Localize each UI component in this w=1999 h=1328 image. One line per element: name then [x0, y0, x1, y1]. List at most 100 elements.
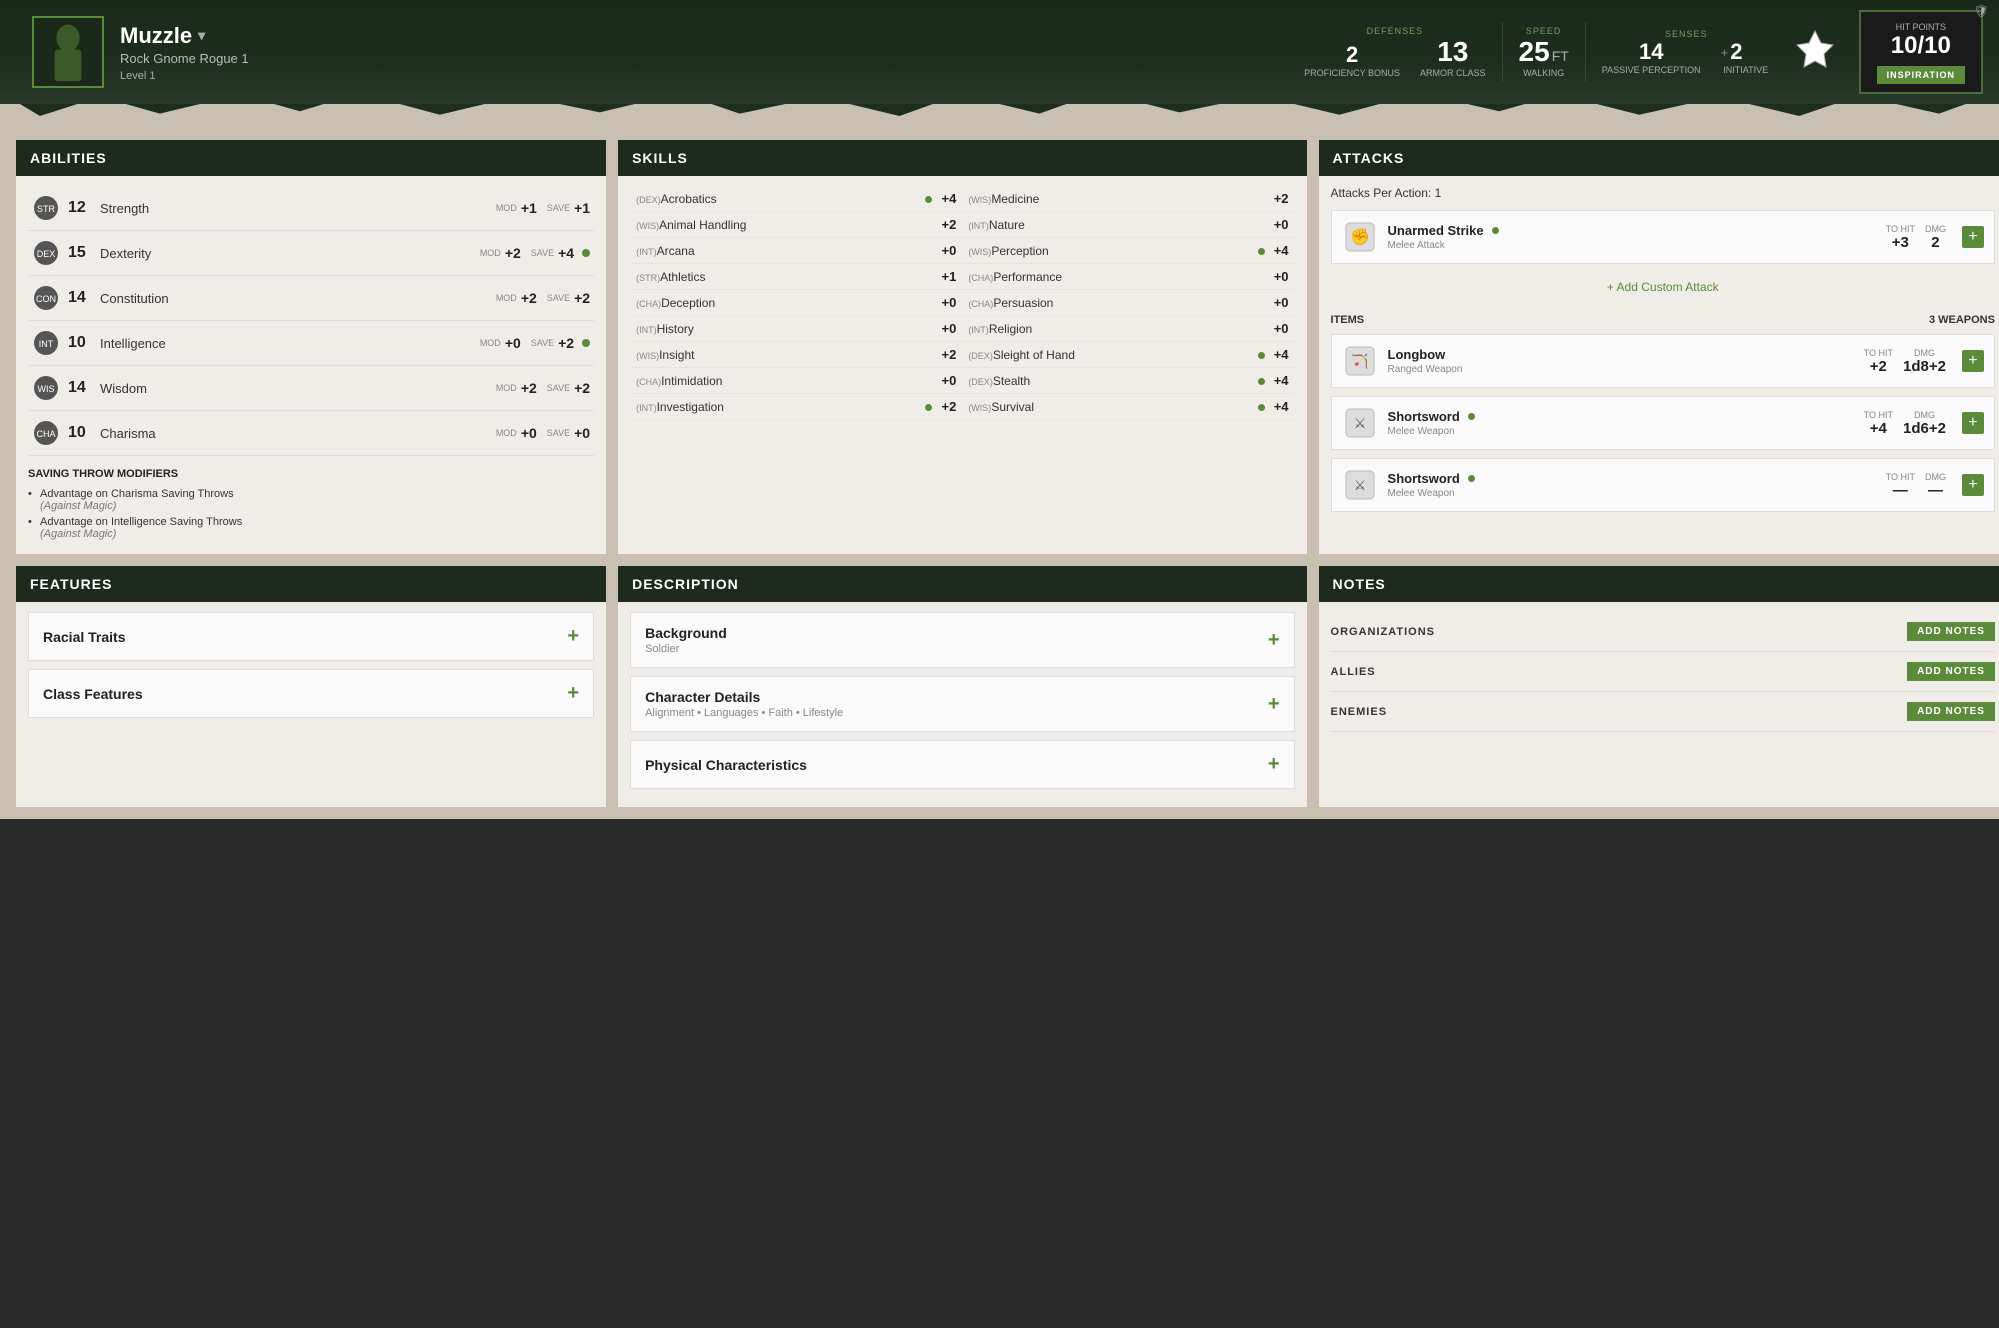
intelligence-name: Intelligence	[100, 336, 480, 351]
dexterity-mod-save: MOD +2 SAVE +4	[480, 245, 590, 261]
shortsword2-icon: ⚔	[1342, 467, 1378, 503]
skill-dot	[925, 196, 932, 203]
char-info: Muzzle ▾ Rock Gnome Rogue 1 Level 1	[120, 23, 249, 82]
shortsword2-stats: TO HIT — DMG — +	[1886, 472, 1984, 499]
class-features-add[interactable]: +	[567, 682, 579, 705]
description-card: DESCRIPTION Background Soldier + Charact…	[618, 566, 1306, 807]
proficiency-bonus-value: 2	[1304, 44, 1400, 66]
skills-card: SKILLS (DEX) Acrobatics +4 (WIS) Animal …	[618, 140, 1306, 554]
constitution-mod: +2	[521, 290, 537, 306]
wisdom-save: +2	[574, 380, 590, 396]
attacks-per-action: Attacks Per Action: 1	[1331, 186, 1995, 200]
constitution-score[interactable]: 14	[68, 289, 96, 307]
shortsword2-add-button[interactable]: +	[1962, 474, 1984, 496]
svg-text:🏹: 🏹	[1351, 353, 1368, 370]
initiative-icon	[1795, 29, 1835, 76]
svg-text:⚔: ⚔	[1353, 477, 1366, 493]
unarmed-strike-name: Unarmed Strike	[1388, 223, 1886, 238]
intelligence-score[interactable]: 10	[68, 334, 96, 352]
armor-class-block: 13 ARMOR CLASS	[1420, 38, 1486, 78]
intelligence-icon: INT	[32, 329, 60, 357]
dexterity-score[interactable]: 15	[68, 244, 96, 262]
enemies-add-button[interactable]: ADD NOTES	[1907, 702, 1995, 721]
char-details-add[interactable]: +	[1268, 693, 1280, 716]
features-header: FEATURES	[16, 566, 606, 602]
wisdom-mod: +2	[521, 380, 537, 396]
hp-max: 10	[1924, 32, 1951, 59]
racial-traits-accordion: Racial Traits +	[28, 612, 594, 661]
attacks-body: Attacks Per Action: 1 ✊ Unarmed Strike M…	[1319, 176, 1999, 530]
background-add[interactable]: +	[1268, 629, 1280, 652]
intelligence-mod: +0	[505, 335, 521, 351]
shortsword1-stats: TO HIT +4 DMG 1d6+2 +	[1864, 410, 1984, 437]
dexterity-mod: +2	[505, 245, 521, 261]
items-count: 3 WEAPONS	[1929, 314, 1995, 326]
background-header[interactable]: Background Soldier +	[631, 613, 1293, 667]
unarmed-dmg: DMG 2	[1925, 224, 1946, 251]
racial-traits-add[interactable]: +	[567, 625, 579, 648]
attacks-header: ATTACKS	[1319, 140, 1999, 176]
char-details-title: Character Details	[645, 689, 843, 705]
constitution-icon: CON	[32, 284, 60, 312]
svg-text:CHA: CHA	[36, 429, 55, 439]
charisma-icon: CHA	[32, 419, 60, 447]
skill-animal-handling: (WIS) Animal Handling +2	[630, 212, 962, 238]
character-name: Muzzle	[120, 23, 192, 49]
svg-text:✊: ✊	[1350, 228, 1370, 246]
unarmed-strike-icon: ✊	[1342, 219, 1378, 255]
shortsword1-icon: ⚔	[1342, 405, 1378, 441]
shortsword2-prof-dot	[1468, 475, 1475, 482]
ability-row-strength: STR 12 Strength MOD +1 SAVE +1	[28, 186, 594, 231]
strength-score[interactable]: 12	[68, 199, 96, 217]
skills-col-right: (WIS) Medicine +2 (INT) Nature +0 (WIS) …	[962, 186, 1294, 420]
notes-allies: ALLIES ADD NOTES	[1331, 652, 1995, 692]
notes-organizations: ORGANIZATIONS ADD NOTES	[1331, 612, 1995, 652]
longbow-add-button[interactable]: +	[1962, 350, 1984, 372]
saving-throw-charisma: Advantage on Charisma Saving Throws (Aga…	[28, 488, 594, 512]
divider-1	[1502, 22, 1503, 82]
proficiency-bonus-label: PROFICIENCY BONUS	[1304, 68, 1400, 78]
strength-save: +1	[574, 200, 590, 216]
ability-row-constitution: CON 14 Constitution MOD +2 SAVE +2	[28, 276, 594, 321]
shortsword1-add-button[interactable]: +	[1962, 412, 1984, 434]
physical-char-info: Physical Characteristics	[645, 757, 807, 773]
skills-col-left: (DEX) Acrobatics +4 (WIS) Animal Handlin…	[630, 186, 962, 420]
class-features-header[interactable]: Class Features +	[29, 670, 593, 717]
background-info: Background Soldier	[645, 625, 727, 655]
skills-grid: (DEX) Acrobatics +4 (WIS) Animal Handlin…	[630, 186, 1294, 420]
class-features-label: Class Features	[43, 686, 143, 702]
shortsword2-info: Shortsword Melee Weapon	[1388, 471, 1886, 499]
add-custom-attack[interactable]: + Add Custom Attack	[1331, 272, 1995, 302]
unarmed-add-button[interactable]: +	[1962, 226, 1984, 248]
items-header: ITEMS 3 WEAPONS	[1331, 314, 1995, 326]
inspiration-button[interactable]: INSPIRATION	[1877, 66, 1965, 84]
organizations-add-button[interactable]: ADD NOTES	[1907, 622, 1995, 641]
notes-card: NOTES ORGANIZATIONS ADD NOTES ALLIES ADD…	[1319, 566, 1999, 807]
passive-perception-block: 14 PASSIVE PERCEPTION	[1602, 41, 1701, 75]
dexterity-name: Dexterity	[100, 246, 480, 261]
avatar[interactable]	[32, 16, 104, 88]
skills-header: SKILLS	[618, 140, 1306, 176]
wisdom-score[interactable]: 14	[68, 379, 96, 397]
initiative-label: INITIATIVE	[1721, 65, 1771, 75]
longbow-type: Ranged Weapon	[1388, 364, 1864, 375]
skill-athletics: (STR) Athletics +1	[630, 264, 962, 290]
dexterity-icon: DEX	[32, 239, 60, 267]
physical-char-add[interactable]: +	[1268, 753, 1280, 776]
speed-block: 25 FT WALKING	[1519, 38, 1569, 78]
svg-text:WIS: WIS	[38, 384, 55, 394]
skill-perception: (WIS) Perception +4	[962, 238, 1294, 264]
physical-char-header[interactable]: Physical Characteristics +	[631, 741, 1293, 788]
char-details-header[interactable]: Character Details Alignment • Languages …	[631, 677, 1293, 731]
description-header: DESCRIPTION	[618, 566, 1306, 602]
walking-speed-value: 25	[1519, 38, 1550, 66]
charisma-score[interactable]: 10	[68, 424, 96, 442]
hp-current: 10	[1891, 32, 1918, 59]
physical-char-title: Physical Characteristics	[645, 757, 807, 773]
attack-unarmed-strike: ✊ Unarmed Strike Melee Attack TO HIT +3	[1331, 210, 1995, 264]
skill-nature: (INT) Nature +0	[962, 212, 1294, 238]
skill-stealth: (DEX) Stealth +4	[962, 368, 1294, 394]
allies-add-button[interactable]: ADD NOTES	[1907, 662, 1995, 681]
class-features-accordion: Class Features +	[28, 669, 594, 718]
racial-traits-header[interactable]: Racial Traits +	[29, 613, 593, 660]
